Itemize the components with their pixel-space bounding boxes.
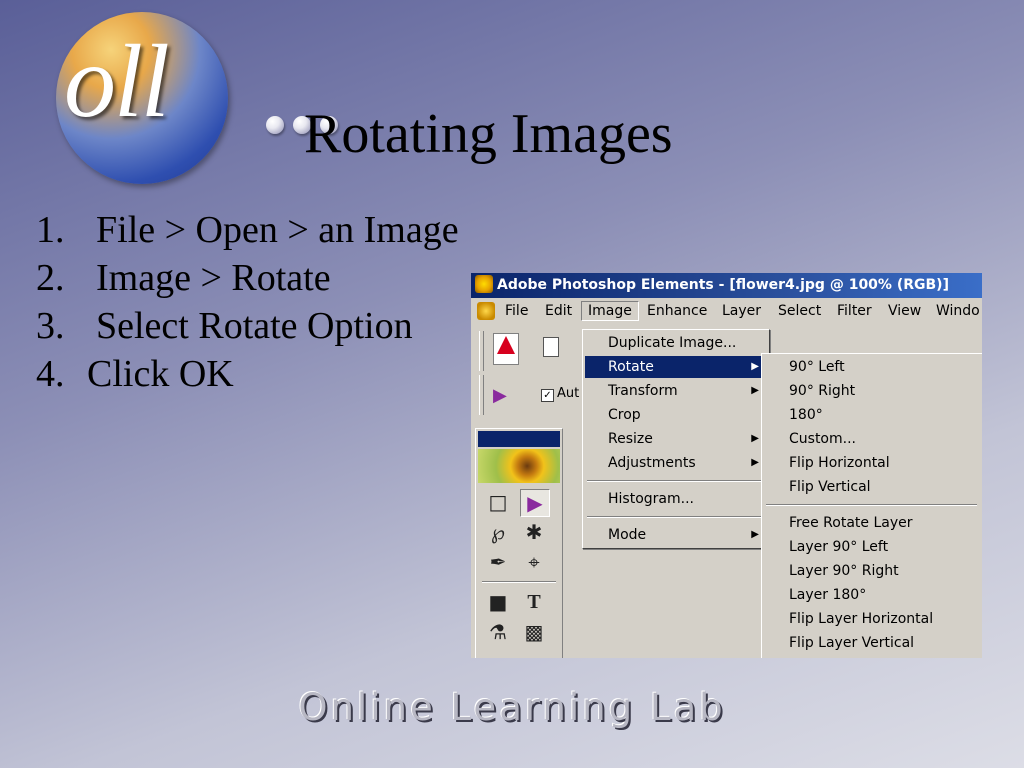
- move-tool-icon[interactable]: ▶: [493, 385, 517, 407]
- menu-item-histogram[interactable]: Histogram...: [585, 488, 767, 510]
- step-item: 2. Image > Rotate: [36, 257, 331, 299]
- toolbox-header: [478, 431, 560, 447]
- options-bar-grip[interactable]: [479, 375, 484, 415]
- submenu-arrow-icon: ▶: [751, 433, 759, 444]
- menu-item-transform[interactable]: Transform ▶: [585, 380, 767, 402]
- submenu-arrow-icon: ▶: [751, 457, 759, 468]
- menu-enhance[interactable]: Enhance: [647, 303, 707, 319]
- steps-list: 1. File > Open > an Image 2. Image > Rotat…: [36, 206, 459, 398]
- logo-text: oll: [64, 24, 170, 139]
- menu-separator: [587, 480, 763, 482]
- submenu-arrow-icon: ▶: [751, 385, 759, 396]
- rotate-option-180[interactable]: 180°: [764, 404, 982, 426]
- image-menu: Duplicate Image... Rotate ▶ Transform ▶ Cr…: [582, 329, 770, 549]
- rotate-option-layer-90-right[interactable]: Layer 90° Right: [764, 560, 982, 582]
- toolbox: □ ▶ ℘ ✱ ✒ ⌖ ■ T ⚗ ▩: [475, 428, 563, 658]
- menu-edit[interactable]: Edit: [545, 303, 572, 319]
- menu-separator: [587, 516, 763, 518]
- rotate-option-layer-90-left[interactable]: Layer 90° Left: [764, 536, 982, 558]
- submenu-arrow-icon: ▶: [751, 361, 759, 372]
- step-item: 3. Select Rotate Option: [36, 305, 413, 347]
- slide-title: Rotating Images: [304, 103, 673, 165]
- rotate-option-flip-vertical[interactable]: Flip Vertical: [764, 476, 982, 498]
- brush-tool-icon[interactable]: ✒: [484, 549, 512, 575]
- menu-select[interactable]: Select: [778, 303, 821, 319]
- rotate-submenu: 90° Left 90° Right 180° Custom... Flip H…: [761, 353, 982, 658]
- paint-bucket-icon[interactable]: ⚗: [484, 619, 512, 645]
- adobe-logo-icon[interactable]: [493, 333, 519, 365]
- photoshop-screenshot: Adobe Photoshop Elements - [flower4.jpg …: [471, 273, 982, 658]
- menu-item-rotate[interactable]: Rotate ▶: [585, 356, 767, 378]
- window-title: Adobe Photoshop Elements - [flower4.jpg …: [497, 277, 949, 293]
- lasso-tool-icon[interactable]: ℘: [484, 519, 512, 545]
- gradient-tool-icon[interactable]: ▩: [520, 619, 548, 645]
- new-file-icon[interactable]: [543, 337, 559, 357]
- submenu-arrow-icon: ▶: [751, 529, 759, 540]
- menu-view[interactable]: View: [888, 303, 921, 319]
- move-tool-icon[interactable]: ▶: [520, 489, 550, 517]
- menu-image[interactable]: Image: [581, 301, 639, 321]
- footer-brand: Online Learning Lab: [298, 686, 726, 729]
- menu-separator: [766, 504, 977, 506]
- rotate-option-90-right[interactable]: 90° Right: [764, 380, 982, 402]
- menu-item-mode[interactable]: Mode ▶: [585, 524, 767, 546]
- menu-window[interactable]: Windo: [936, 303, 980, 319]
- oll-logo: oll: [56, 12, 346, 192]
- step-item: 4. Click OK: [36, 353, 234, 395]
- rotate-option-flip-layer-vertical[interactable]: Flip Layer Vertical: [764, 632, 982, 654]
- rotate-option-flip-horizontal[interactable]: Flip Horizontal: [764, 452, 982, 474]
- menu-item-crop[interactable]: Crop: [585, 404, 767, 426]
- rotate-option-free-rotate-layer[interactable]: Free Rotate Layer: [764, 512, 982, 534]
- toolbox-flower-image: [478, 449, 560, 483]
- menu-item-adjustments[interactable]: Adjustments ▶: [585, 452, 767, 474]
- menubar: File Edit Image Enhance Layer Select Fil…: [471, 299, 982, 325]
- marquee-tool-icon[interactable]: □: [484, 489, 512, 515]
- type-tool-icon[interactable]: T: [520, 589, 548, 615]
- step-item: 1. File > Open > an Image: [36, 209, 459, 251]
- menu-layer[interactable]: Layer: [722, 303, 761, 319]
- rotate-option-custom[interactable]: Custom...: [764, 428, 982, 450]
- rotate-option-90-left[interactable]: 90° Left: [764, 356, 982, 378]
- magic-wand-icon[interactable]: ✱: [520, 519, 548, 545]
- auto-select-checkbox[interactable]: ✓: [541, 389, 554, 402]
- rotate-option-layer-180[interactable]: Layer 180°: [764, 584, 982, 606]
- menu-filter[interactable]: Filter: [837, 303, 872, 319]
- menu-item-resize[interactable]: Resize ▶: [585, 428, 767, 450]
- toolbar-grip[interactable]: [479, 331, 484, 371]
- auto-select-label: Aut: [557, 386, 580, 401]
- window-titlebar: Adobe Photoshop Elements - [flower4.jpg …: [471, 273, 982, 298]
- menu-item-duplicate-image[interactable]: Duplicate Image...: [585, 332, 767, 354]
- rotate-option-flip-layer-horizontal[interactable]: Flip Layer Horizontal: [764, 608, 982, 630]
- crop-tool-icon[interactable]: ⌖: [520, 549, 548, 575]
- app-icon: [475, 275, 493, 293]
- menu-file[interactable]: File: [505, 303, 528, 319]
- shape-tool-icon[interactable]: ■: [484, 589, 512, 615]
- file-menu-icon: [477, 302, 495, 320]
